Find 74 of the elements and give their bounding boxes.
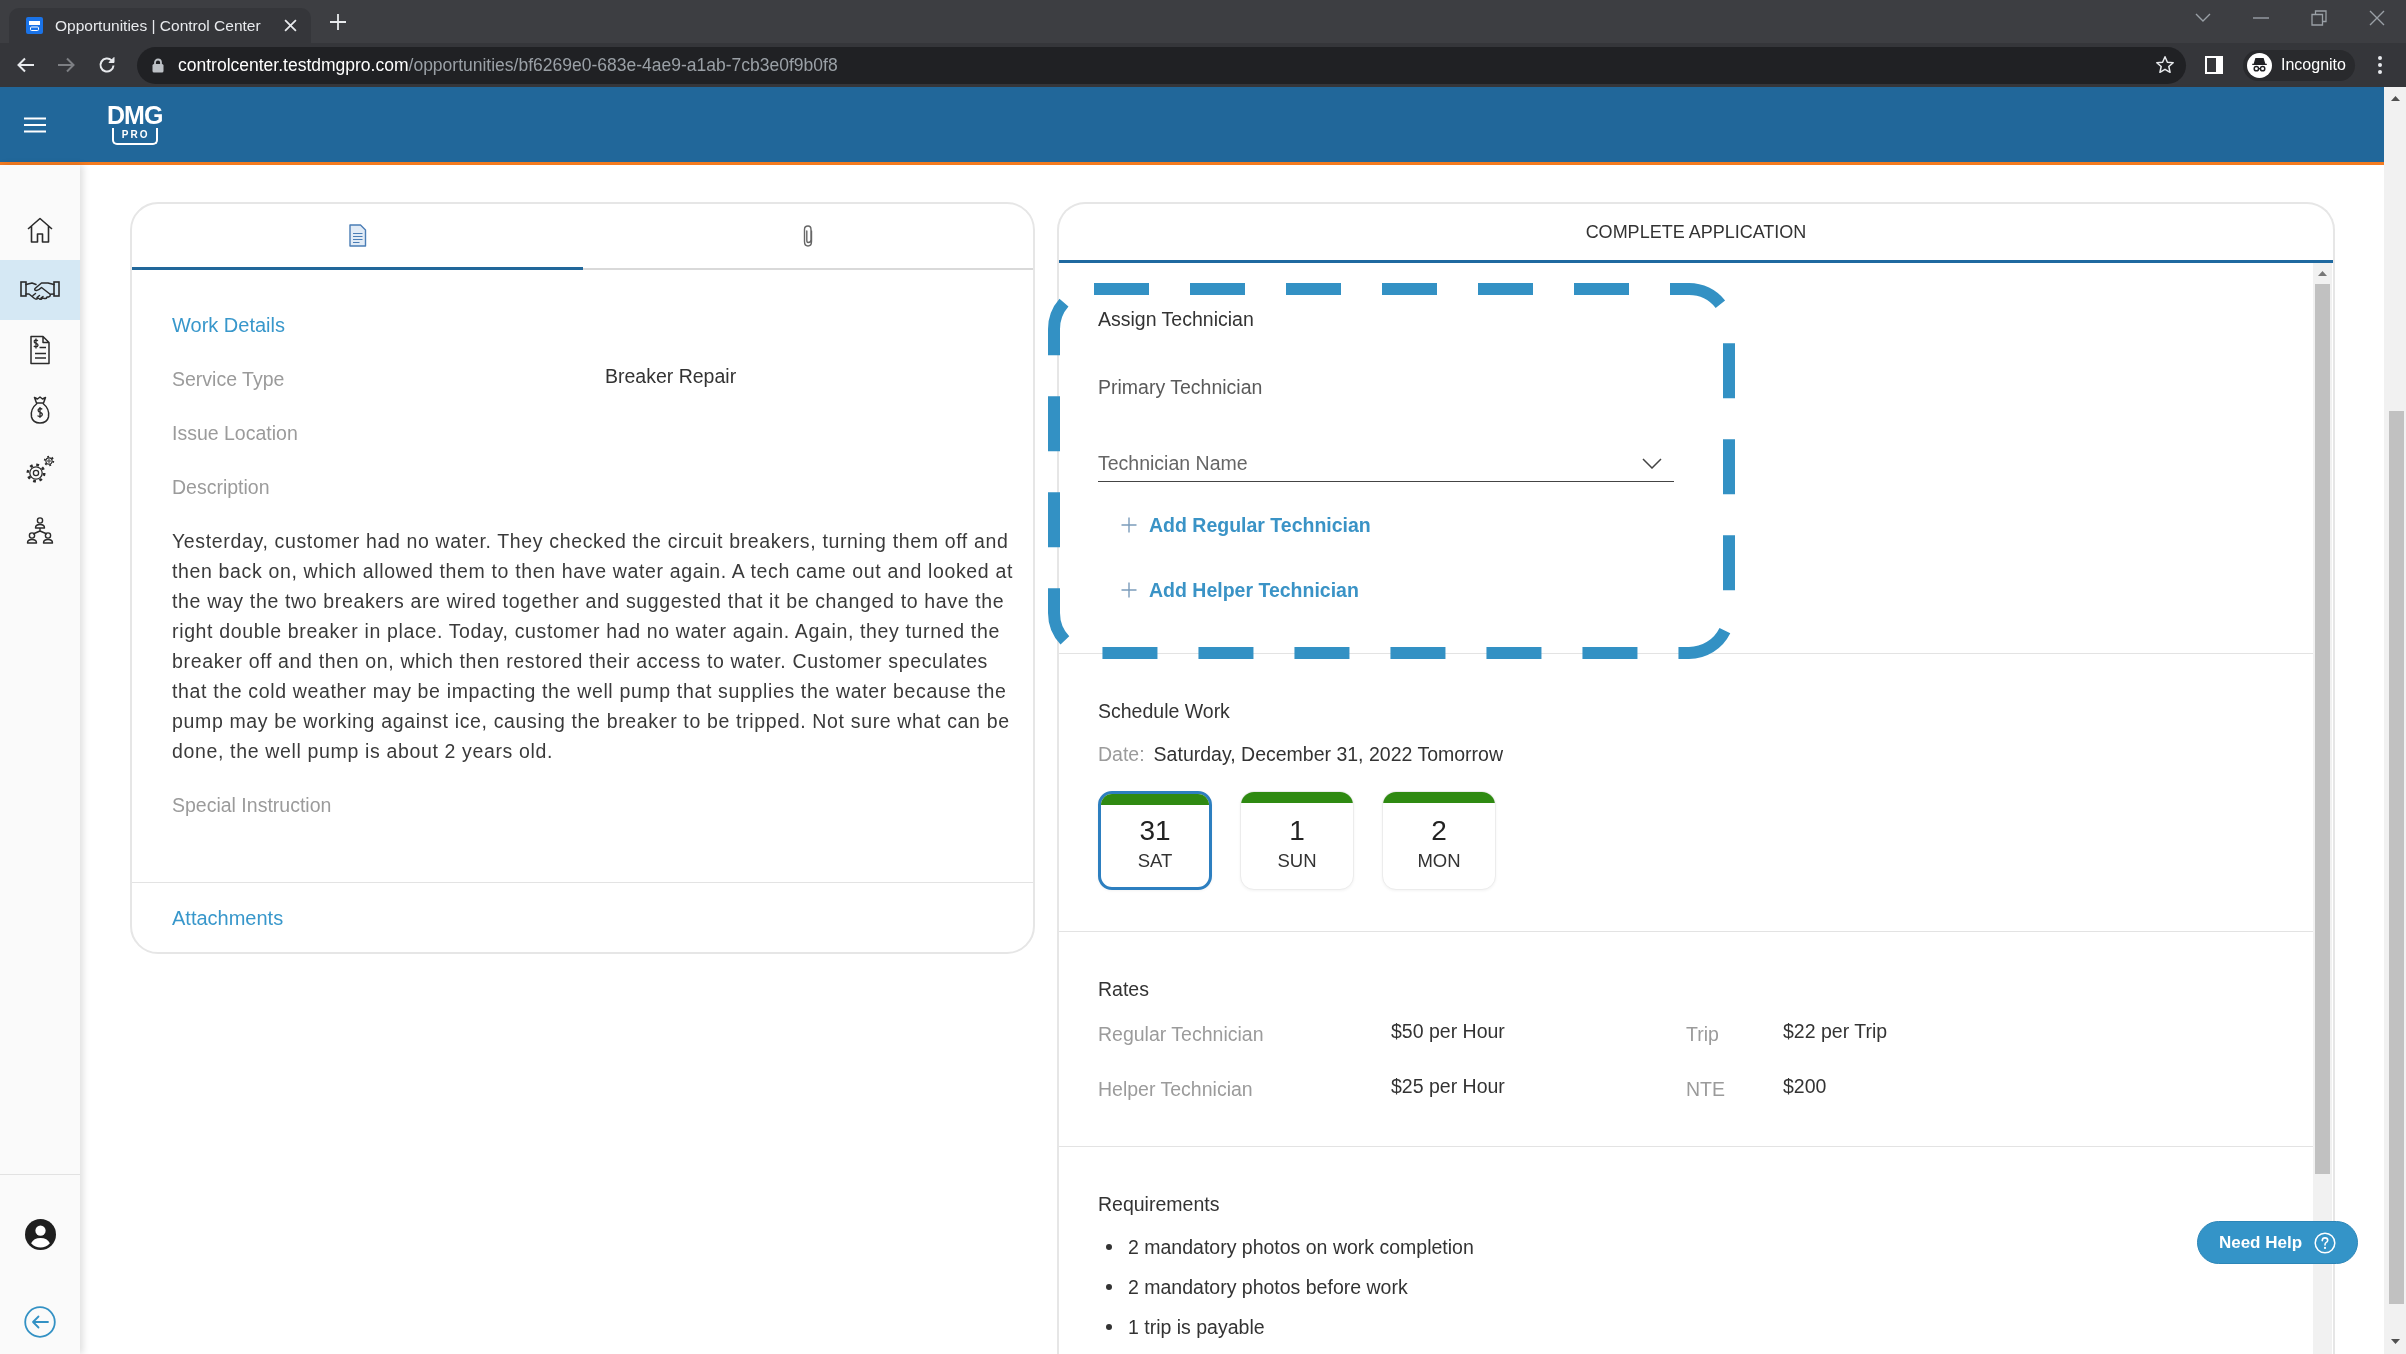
plus-icon <box>1121 582 1137 598</box>
logout-icon[interactable] <box>24 1306 56 1338</box>
scrollbar-thumb[interactable] <box>2315 284 2330 1174</box>
bullet-icon <box>1106 1284 1112 1290</box>
scrollbar[interactable] <box>2384 87 2406 1354</box>
chevron-down-icon <box>1642 458 1662 469</box>
panel-title: COMPLETE APPLICATION <box>1585 221 1807 243</box>
date-card[interactable]: 31 SAT <box>1098 791 1212 890</box>
rate-value: $200 <box>1783 1074 1828 1099</box>
chevron-down-icon[interactable] <box>2195 13 2211 23</box>
section-heading: Rates <box>1098 977 1150 1002</box>
section-heading: Attachments <box>172 906 285 931</box>
new-tab-icon[interactable] <box>329 12 347 31</box>
plus-icon <box>1121 517 1137 533</box>
close-icon[interactable] <box>2369 10 2385 26</box>
field-label: Primary Technician <box>1098 375 1264 400</box>
section-heading: Work Details <box>172 313 286 338</box>
side-panel-icon[interactable] <box>2205 56 2223 74</box>
logo-wordmark: DMG <box>107 104 163 126</box>
technician-select[interactable]: Technician Name <box>1098 446 1674 482</box>
invoice-icon <box>28 335 52 365</box>
rate-value: $50 per Hour <box>1391 1019 1506 1044</box>
requirement-item: 2 mandatory photos before work <box>1128 1275 1408 1300</box>
field-value: Breaker Repair <box>605 364 738 389</box>
date-label: Date: <box>1098 742 1145 767</box>
gears-icon <box>24 455 56 485</box>
field-label: Issue Location <box>172 421 299 446</box>
bullet-icon <box>1106 1324 1112 1330</box>
field-label: Description <box>172 475 271 500</box>
handshake-icon <box>20 279 60 301</box>
paperclip-icon <box>801 224 814 248</box>
browser-tab[interactable]: Opportunities | Control Center <box>9 8 311 43</box>
profile-button[interactable]: Incognito <box>2243 49 2355 81</box>
reload-icon[interactable] <box>97 55 117 75</box>
star-icon[interactable] <box>2155 55 2175 75</box>
field-label: Service Type <box>172 367 286 392</box>
rate-label: Regular Technician <box>1098 1022 1265 1047</box>
scroll-up-arrow-icon[interactable] <box>2390 96 2400 101</box>
rate-value: $25 per Hour <box>1391 1074 1506 1099</box>
more-vertical-icon[interactable] <box>2378 56 2382 74</box>
section-heading: Assign Technician <box>1098 307 1255 332</box>
home-icon <box>25 215 55 245</box>
scroll-up-arrow-icon[interactable] <box>2318 271 2327 276</box>
restore-icon[interactable] <box>2311 10 2327 26</box>
org-chart-icon <box>25 516 55 544</box>
favicon-icon <box>26 17 43 34</box>
field-label: Special Instruction <box>172 793 333 818</box>
scrollbar-thumb[interactable] <box>2389 411 2404 1304</box>
date-value: Saturday, December 31, 2022 Tomorrow <box>1153 742 1503 767</box>
sidebar-item[interactable] <box>0 260 80 320</box>
scroll-down-arrow-icon[interactable] <box>2390 1339 2400 1344</box>
section-heading: Schedule Work <box>1098 699 1231 724</box>
requirement-item: 1 trip is payable <box>1128 1315 1265 1340</box>
incognito-icon <box>2247 52 2272 78</box>
description-text: Yesterday, customer had no water. They checked the circuit breakers, turning them off and then back on, which allowed them to then have water again. A tech came out and looked at the way the two breakers are wired together and suggested that it be changed to have the right double breaker in place. Today, customer had no water again. Again, they turned the breaker off and then on, which then restored their access to water. Customer speculates that the cold weather may be impacting the well pump that supplies the water because the pump may be working against ice, causing the breaker to be tripped. Not sure what can be done, the well pump is about 2 years old. <box>172 529 1014 764</box>
help-icon <box>2314 1231 2337 1254</box>
money-bag-icon <box>28 395 52 425</box>
scrollbar[interactable] <box>2313 263 2332 1354</box>
date-card[interactable]: 2 MON <box>1382 791 1496 890</box>
rate-label: Helper Technician <box>1098 1077 1254 1102</box>
bullet-icon <box>1106 1244 1112 1250</box>
document-icon <box>347 224 367 247</box>
rate-label: Trip <box>1686 1022 1720 1047</box>
back-arrow-icon[interactable] <box>16 55 36 75</box>
logo-tag: PRO <box>111 128 158 145</box>
date-card[interactable]: 1 SUN <box>1240 791 1354 890</box>
menu-icon[interactable] <box>24 116 46 133</box>
section-heading: Requirements <box>1098 1192 1221 1217</box>
account-icon[interactable] <box>24 1218 56 1250</box>
rate-label: NTE <box>1686 1077 1726 1102</box>
rate-value: $22 per Trip <box>1783 1019 1889 1044</box>
lock-icon <box>152 57 164 73</box>
address-bar[interactable]: controlcenter.testdmgpro.com/opportunities/bf6269e0-683e-4ae9-a1ab-7cb3e0f9b0f8 <box>137 46 2186 84</box>
requirement-item: 2 mandatory photos on work completion <box>1128 1235 1474 1260</box>
